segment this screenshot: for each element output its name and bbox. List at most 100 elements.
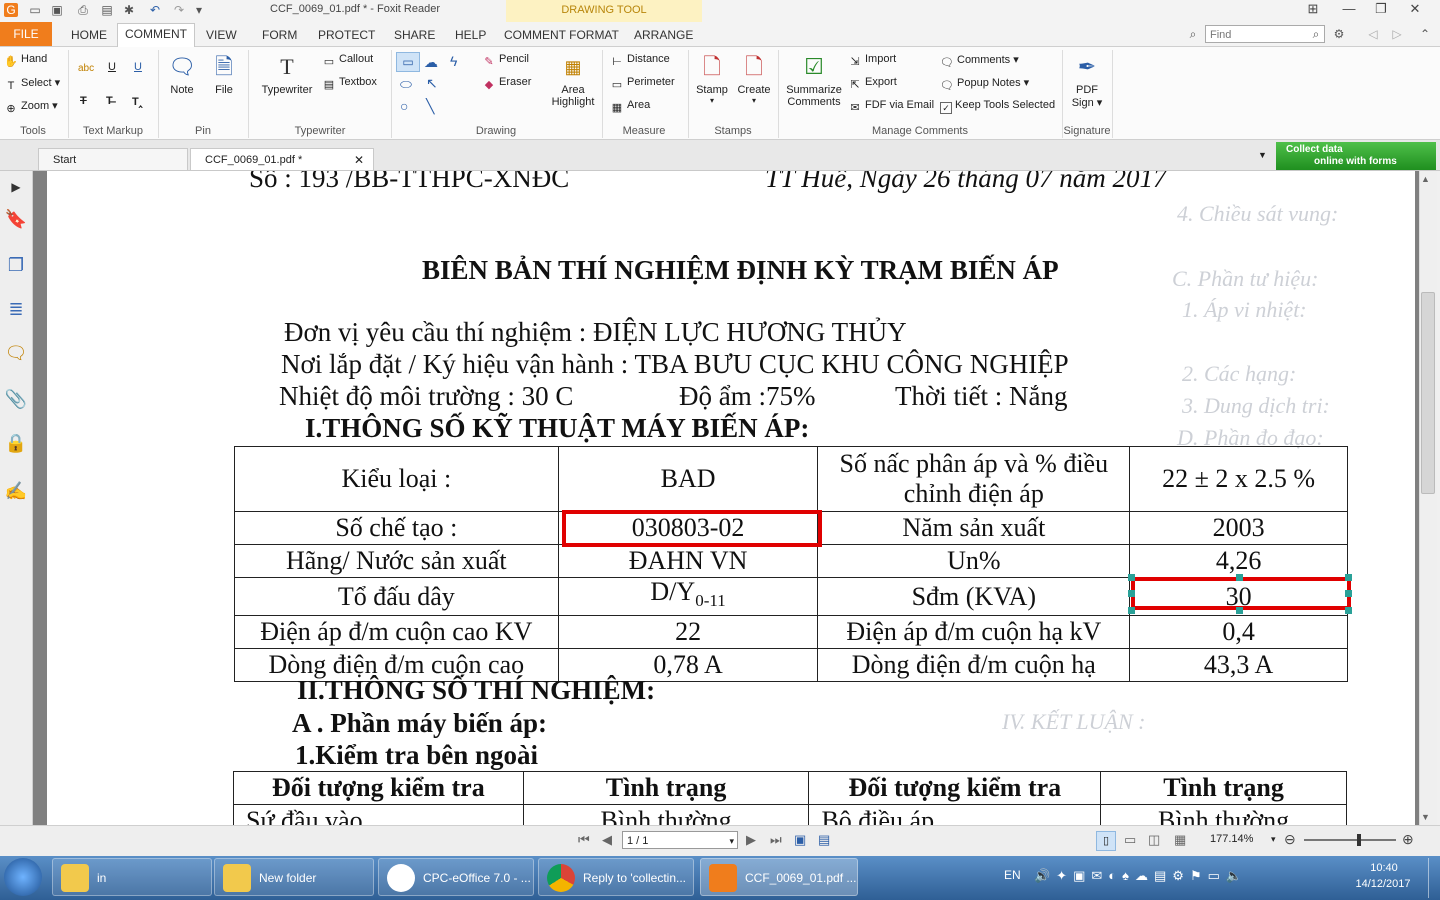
polyline-tool-icon[interactable]: ϟ <box>450 53 457 69</box>
language-indicator[interactable]: EN <box>1004 868 1021 882</box>
resize-handle[interactable] <box>1128 574 1135 581</box>
collect-data-promo[interactable]: Collect data online with forms <box>1276 142 1436 170</box>
resize-handle[interactable] <box>1128 607 1135 614</box>
export-button[interactable]: ⇱ Export <box>848 76 896 92</box>
clock-time[interactable]: 10:40 <box>1360 862 1408 874</box>
summarize-comments-button[interactable]: ☑ Summarize Comments <box>784 52 844 108</box>
select-tool[interactable]: T Select ▾ <box>4 76 61 93</box>
zoom-dropdown-icon[interactable]: ▾ <box>1271 834 1276 845</box>
stamp-button[interactable]: 🗋 Stamp ▾ <box>694 52 730 105</box>
tab-form[interactable]: FORM <box>255 25 304 45</box>
replace-text-icon[interactable]: T̶ <box>106 95 113 107</box>
zoom-level[interactable]: 177.14% <box>1210 833 1253 845</box>
show-desktop-button[interactable] <box>1428 858 1439 898</box>
save-icon[interactable]: ▣ <box>50 3 64 17</box>
hand-tool[interactable]: ✋ Hand <box>4 53 47 69</box>
ribbon-options-icon[interactable]: ⊞ <box>1298 0 1328 20</box>
pdf-page[interactable]: 4. Chiều sát vung: C. Phần tư hiệu: 1. Á… <box>47 171 1415 825</box>
resize-handle[interactable] <box>1236 607 1243 614</box>
tab-arrange[interactable]: ARRANGE <box>627 25 700 45</box>
continuous-facing-view-icon[interactable]: ▦ <box>1174 832 1186 848</box>
pages-icon[interactable]: ❐ <box>3 252 29 278</box>
clock-date[interactable]: 14/12/2017 <box>1350 878 1416 890</box>
underline-icon[interactable]: U <box>108 61 116 73</box>
foxit-logo-icon[interactable]: G <box>4 3 18 17</box>
taskbar-item-foxit[interactable]: CCF_0069_01.pdf ... <box>700 858 858 896</box>
pdf-sign-button[interactable]: ✒ PDF Sign ▾ <box>1066 52 1108 109</box>
line-tool-icon[interactable]: ╲ <box>426 98 434 115</box>
tab-view[interactable]: VIEW <box>199 25 244 45</box>
zoom-out-icon[interactable]: ⊖ <box>1284 831 1296 848</box>
scroll-up-icon[interactable]: ▲ <box>1421 174 1430 184</box>
rectangle-annotation[interactable] <box>562 510 822 547</box>
bookmark-icon[interactable]: 🔖 <box>3 206 29 232</box>
create-stamp-button[interactable]: 🗋 Create ▾ <box>734 52 774 105</box>
resize-handle[interactable] <box>1345 607 1352 614</box>
resize-handle[interactable] <box>1236 574 1243 581</box>
open-icon[interactable]: ▭ <box>28 3 42 17</box>
system-tray-icons[interactable]: 🔊✦▣✉◐♠☁▤⚙⚑▭🔈 <box>1034 868 1248 884</box>
vertical-scrollbar[interactable] <box>1419 171 1437 825</box>
expand-panel-icon[interactable]: ▶ <box>3 174 29 200</box>
taskbar-item-new-folder[interactable]: New folder <box>214 858 374 896</box>
new-icon[interactable]: ✱ <box>122 3 136 17</box>
insert-text-icon[interactable]: T‸ <box>132 95 142 108</box>
zoom-tool[interactable]: ⊕ Zoom ▾ <box>4 99 57 116</box>
area-highlight-button[interactable]: ▦ Area Highlight <box>548 52 598 108</box>
next-result-icon[interactable]: ▷ <box>1390 27 1404 41</box>
import-button[interactable]: ⇲ Import <box>848 53 896 69</box>
fit-page-icon[interactable]: ▣ <box>794 832 806 848</box>
distance-button[interactable]: ⊢ Distance <box>610 53 670 69</box>
resize-handle[interactable] <box>1345 574 1352 581</box>
rectangle-annotation-selected[interactable] <box>1131 577 1351 610</box>
tab-home[interactable]: HOME <box>64 25 114 45</box>
collapse-icon[interactable]: ▼ <box>1258 150 1267 160</box>
note-button[interactable]: 🗨 Note <box>164 52 200 96</box>
last-page-icon[interactable]: ⏭ <box>770 832 782 848</box>
comments-dropdown[interactable]: 🗨 Comments ▾ <box>940 53 1019 70</box>
find-icon[interactable]: ⌕ <box>1186 27 1200 41</box>
tab-comment[interactable]: COMMENT <box>117 23 195 47</box>
signature-panel-icon[interactable]: ✍ <box>3 478 29 504</box>
fit-width-icon[interactable]: ▤ <box>818 832 830 848</box>
scan-icon[interactable]: ▤ <box>100 3 114 17</box>
callout-button[interactable]: ▭ Callout <box>322 53 373 69</box>
comments-panel-icon[interactable]: 🗨 <box>3 340 29 366</box>
squiggly-icon[interactable]: U <box>134 61 142 73</box>
security-lock-icon[interactable]: 🔒 <box>3 430 29 456</box>
textbox-button[interactable]: ▤ Textbox <box>322 76 377 92</box>
scroll-down-icon[interactable]: ▼ <box>1421 812 1430 822</box>
tab-file[interactable]: FILE <box>0 22 52 46</box>
circle-tool-icon[interactable]: ○ <box>400 98 408 114</box>
zoom-slider-thumb[interactable] <box>1357 834 1361 846</box>
typewriter-button[interactable]: T Typewriter <box>258 52 316 96</box>
tab-start[interactable]: Start <box>38 148 188 170</box>
taskbar-item-eoffice[interactable]: CPC-eOffice 7.0 - ... <box>378 858 534 896</box>
layers-icon[interactable]: ≣ <box>3 296 29 322</box>
fdf-email-button[interactable]: ✉ FDF via Email <box>848 99 934 115</box>
taskbar-item-folder-in[interactable]: in <box>52 858 212 896</box>
oval-tool-icon[interactable]: ⬭ <box>400 76 412 93</box>
area-button[interactable]: ▦ Area <box>610 99 650 115</box>
expand-ribbon-icon[interactable]: ⌃ <box>1418 27 1432 41</box>
next-page-icon[interactable]: ▶ <box>746 832 756 848</box>
rectangle-tool-icon[interactable]: ▭ <box>396 52 420 72</box>
strikeout-icon[interactable]: T <box>80 95 87 107</box>
close-button[interactable]: ✕ <box>1400 0 1430 20</box>
print-icon[interactable]: ⎙ <box>76 3 90 17</box>
search-icon[interactable]: ⌕ <box>1309 27 1323 41</box>
resize-handle[interactable] <box>1345 590 1352 597</box>
previous-page-icon[interactable]: ◀ <box>602 832 612 848</box>
zoom-in-icon[interactable]: ⊕ <box>1402 831 1414 848</box>
tab-share[interactable]: SHARE <box>387 25 442 45</box>
close-tab-icon[interactable]: ✕ <box>354 153 364 167</box>
single-page-view-icon[interactable]: ▯ <box>1096 831 1116 851</box>
minimize-button[interactable]: — <box>1334 0 1364 20</box>
file-attach-button[interactable]: 🗎 File <box>206 52 242 96</box>
attachments-icon[interactable]: 📎 <box>3 386 29 412</box>
continuous-view-icon[interactable]: ▭ <box>1124 832 1136 848</box>
first-page-icon[interactable]: ⏮ <box>578 832 590 848</box>
prev-result-icon[interactable]: ◁ <box>1366 27 1380 41</box>
tab-protect[interactable]: PROTECT <box>311 25 382 45</box>
zoom-slider[interactable] <box>1304 839 1396 841</box>
